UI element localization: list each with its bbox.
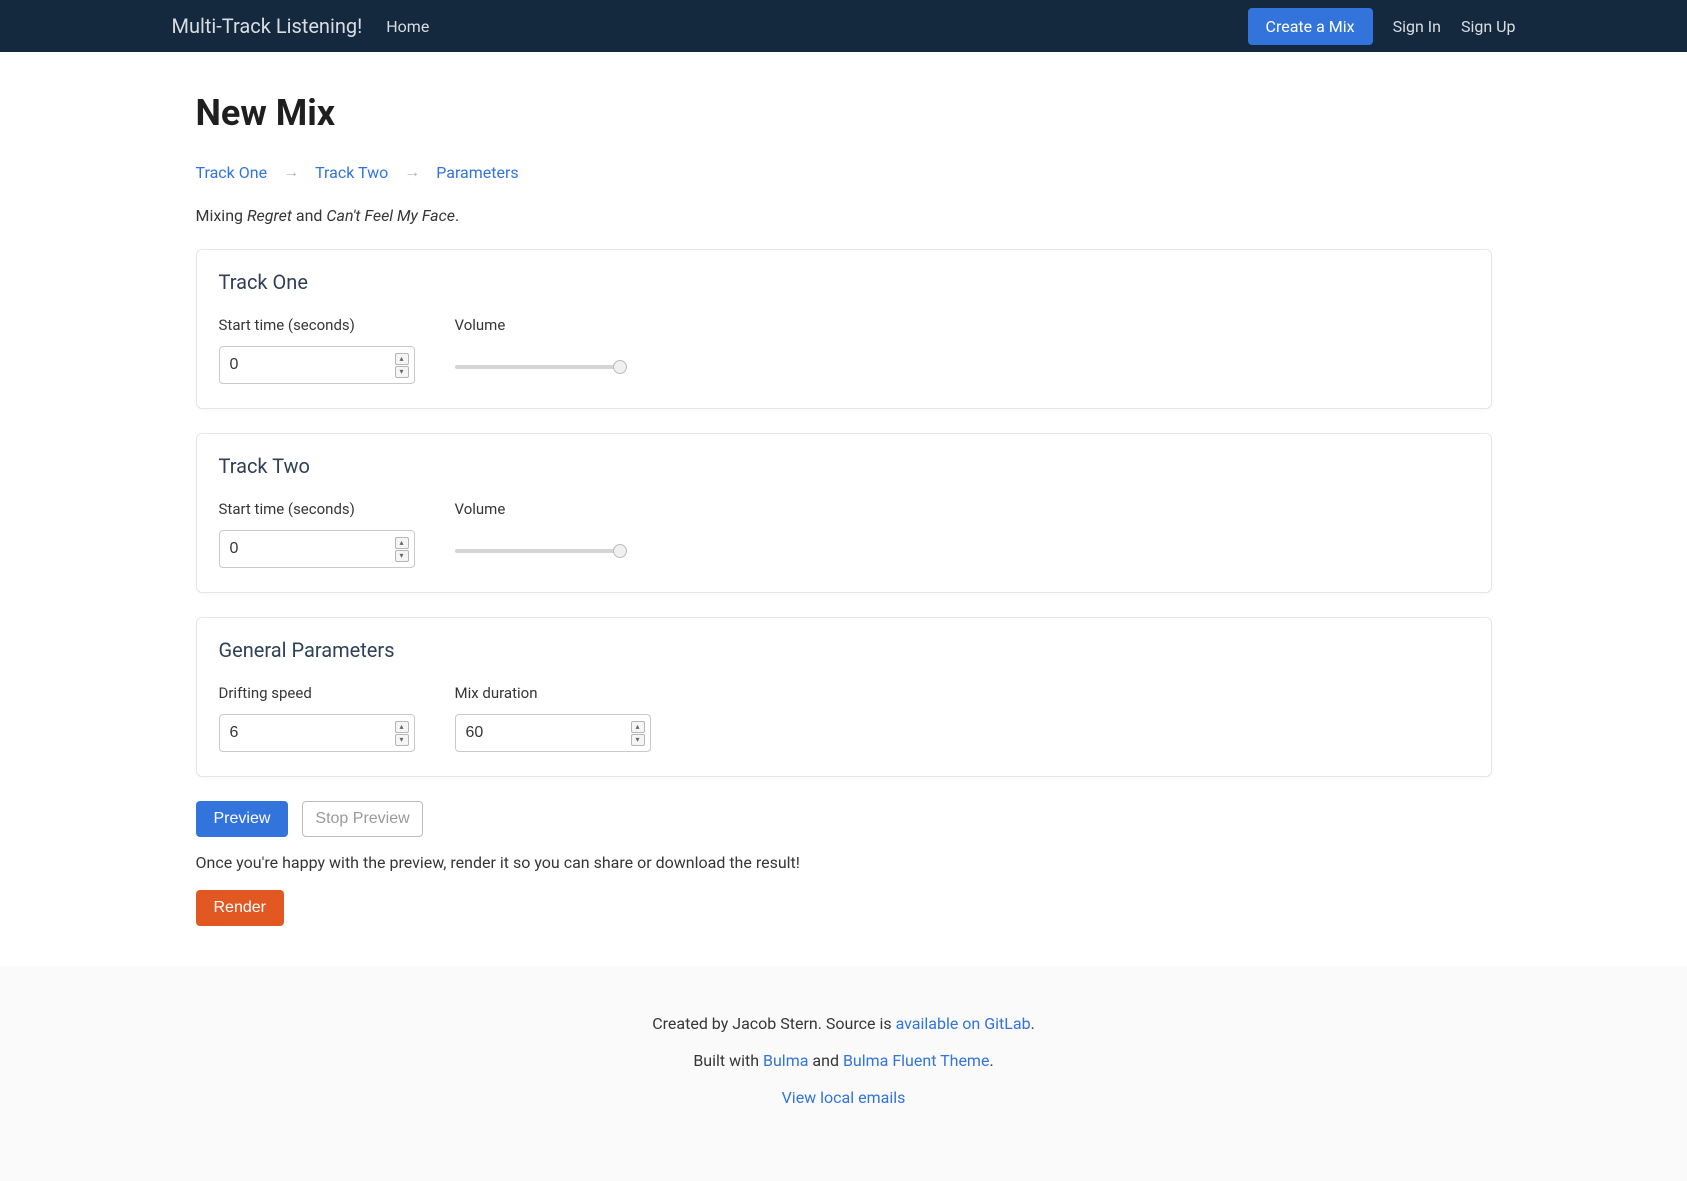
render-button[interactable]: Render (196, 890, 284, 926)
mixing-suffix: . (455, 206, 459, 225)
stepper-up-icon[interactable]: ▴ (395, 353, 409, 365)
stepper-down-icon[interactable]: ▾ (395, 366, 409, 378)
track-two-start-input[interactable] (219, 530, 415, 568)
track-one-start-input[interactable] (219, 346, 415, 384)
mixing-and: and (292, 206, 327, 225)
mixing-prefix: Mixing (196, 206, 247, 225)
nav-home[interactable]: Home (386, 17, 429, 36)
footer-text: Created by Jacob Stern. Source is (652, 1014, 895, 1033)
brand-link[interactable]: Multi-Track Listening! (172, 14, 363, 38)
breadcrumb-parameters[interactable]: Parameters (436, 163, 518, 182)
footer-bulma-theme-link[interactable]: Bulma Fluent Theme (843, 1051, 990, 1070)
breadcrumb-sep: → (283, 162, 299, 182)
track-two-volume-label: Volume (455, 500, 627, 518)
track-one-start-label: Start time (seconds) (219, 316, 415, 334)
render-help-text: Once you're happy with the preview, rend… (196, 853, 1492, 872)
drift-label: Drifting speed (219, 684, 415, 702)
general-parameters-card: General Parameters Drifting speed ▴ ▾ Mi… (196, 617, 1492, 777)
nav-signin[interactable]: Sign In (1393, 17, 1441, 36)
general-heading: General Parameters (219, 638, 1469, 662)
create-mix-button[interactable]: Create a Mix (1248, 8, 1373, 45)
track-one-volume-label: Volume (455, 316, 627, 334)
footer-text: . (989, 1051, 993, 1070)
mixing-summary: Mixing Regret and Can't Feel My Face. (196, 206, 1492, 225)
duration-label: Mix duration (455, 684, 651, 702)
footer-text: . (1031, 1014, 1035, 1033)
mixing-track1: Regret (247, 206, 292, 225)
breadcrumb-track-one[interactable]: Track One (196, 163, 268, 182)
breadcrumb: Track One → Track Two → Parameters (196, 162, 1492, 182)
stepper-up-icon[interactable]: ▴ (395, 721, 409, 733)
navbar: Multi-Track Listening! Home Create a Mix… (0, 0, 1687, 52)
stop-preview-button[interactable]: Stop Preview (302, 801, 422, 837)
footer-bulma-link[interactable]: Bulma (763, 1051, 808, 1070)
stepper-up-icon[interactable]: ▴ (395, 537, 409, 549)
track-two-card: Track Two Start time (seconds) ▴ ▾ Volum… (196, 433, 1492, 593)
track-one-volume-slider[interactable] (455, 365, 627, 369)
track-one-heading: Track One (219, 270, 1469, 294)
drift-input[interactable] (219, 714, 415, 752)
stepper-down-icon[interactable]: ▾ (395, 550, 409, 562)
footer: Created by Jacob Stern. Source is availa… (0, 966, 1687, 1181)
mixing-track2: Can't Feel My Face (326, 206, 455, 225)
preview-button[interactable]: Preview (196, 801, 289, 837)
footer-text: Built with (693, 1051, 763, 1070)
stepper-down-icon[interactable]: ▾ (395, 734, 409, 746)
track-two-volume-slider[interactable] (455, 549, 627, 553)
track-two-start-label: Start time (seconds) (219, 500, 415, 518)
breadcrumb-track-two[interactable]: Track Two (315, 163, 388, 182)
footer-text: and (808, 1051, 843, 1070)
duration-input[interactable] (455, 714, 651, 752)
track-one-card: Track One Start time (seconds) ▴ ▾ Volum… (196, 249, 1492, 409)
footer-local-emails-link[interactable]: View local emails (782, 1088, 906, 1107)
stepper-down-icon[interactable]: ▾ (631, 734, 645, 746)
breadcrumb-sep: → (404, 162, 420, 182)
nav-signup[interactable]: Sign Up (1461, 17, 1516, 36)
page-title: New Mix (196, 92, 1492, 134)
track-two-heading: Track Two (219, 454, 1469, 478)
main-content: New Mix Track One → Track Two → Paramete… (172, 52, 1516, 966)
stepper-up-icon[interactable]: ▴ (631, 721, 645, 733)
footer-gitlab-link[interactable]: available on GitLab (896, 1014, 1031, 1033)
